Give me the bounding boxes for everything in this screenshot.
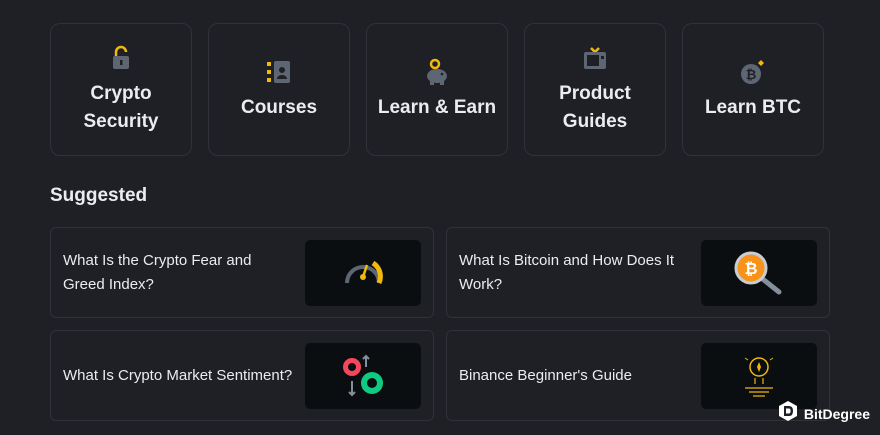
article-title: What Is Bitcoin and How Does It Work? [459,251,675,293]
piggy-bank-icon [423,58,451,86]
article-title: Binance Beginner's Guide [459,366,632,384]
suggested-article-card[interactable]: What Is Crypto Market Sentiment? [50,330,434,421]
tv-screen-icon [581,44,609,72]
course-book-icon [265,58,293,86]
section-title-suggested: Suggested [50,185,148,206]
article-title: What Is the Crypto Fear and Greed Index? [63,251,252,293]
suggested-article-card[interactable]: Binance Beginner's Guide [446,330,830,421]
category-label: Learn & Earn [377,96,497,118]
article-title: What Is Crypto Market Sentiment? [63,366,293,384]
suggested-article-card[interactable]: What Is the Crypto Fear and Greed Index? [50,227,434,318]
padlock-icon [107,44,135,72]
category-card-learn-earn[interactable]: Learn & Earn [366,23,508,156]
category-label: Courses [240,96,318,118]
category-card-courses[interactable]: Courses [208,23,350,156]
sentiment-bull-bear-icon [305,342,421,409]
category-row: Crypto Security Courses Learn & Earn Pro… [50,23,824,156]
category-label: Crypto Security [83,82,159,132]
gauge-icon [305,239,421,306]
category-label: Learn BTC [704,96,802,118]
svg-text:₿: ₿ [744,259,757,278]
suggested-grid: What Is the Crypto Fear and Greed Index?… [50,227,830,421]
watermark-text: BitDegree [803,405,870,422]
category-card-learn-btc[interactable]: ₿ Learn BTC [682,23,824,156]
category-card-product-guides[interactable]: Product Guides [524,23,666,156]
suggested-article-card[interactable]: What Is Bitcoin and How Does It Work? ₿ [446,227,830,318]
bitdegree-watermark: BitDegree [778,400,870,427]
bitcoin-magnifier-icon: ₿ [701,239,817,306]
bitcoin-bomb-icon: ₿ [739,58,767,86]
category-card-crypto-security[interactable]: Crypto Security [50,23,192,156]
bitdegree-logo-icon [778,400,798,427]
svg-text:₿: ₿ [746,68,757,83]
category-label: Product Guides [559,82,631,132]
lightbulb-icon [701,342,817,409]
